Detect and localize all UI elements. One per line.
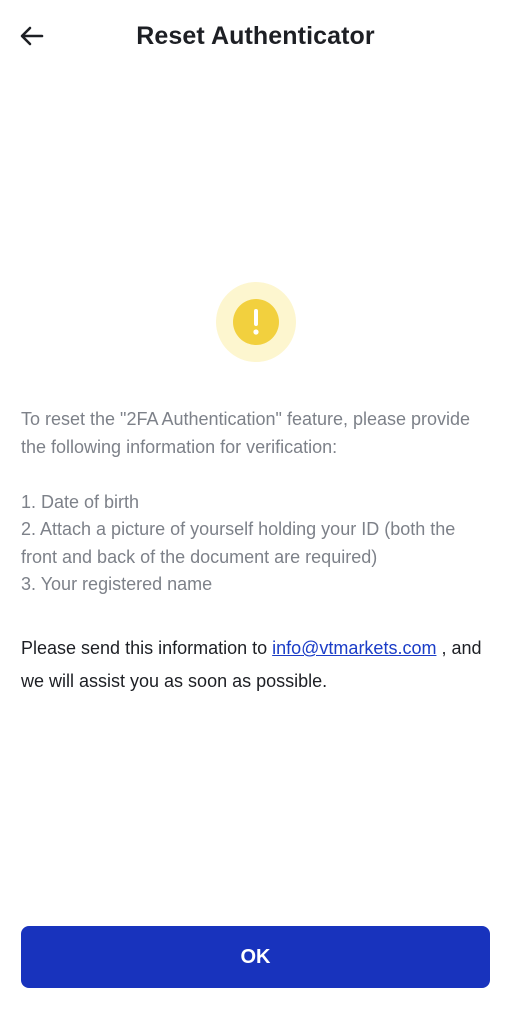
warning-badge	[216, 282, 296, 362]
reset-authenticator-screen: Reset Authenticator To reset the "2FA Au…	[0, 0, 511, 1024]
page-title: Reset Authenticator	[136, 22, 375, 50]
instruction-item-name: 3. Your registered name	[21, 574, 213, 594]
contact-prefix: Please send this information to	[21, 638, 273, 658]
instructions-intro: To reset the "2FA Authentication" featur…	[21, 409, 471, 457]
contact-text: Please send this information to info@vtm…	[21, 632, 496, 698]
instruction-item-id-photo: 2. Attach a picture of yourself holding …	[21, 519, 456, 567]
instructions: To reset the "2FA Authentication" featur…	[21, 406, 491, 599]
exclamation-icon	[233, 299, 279, 345]
email-link[interactable]: info@vtmarkets.com	[272, 638, 436, 658]
ok-button[interactable]: OK	[21, 926, 490, 988]
header: Reset Authenticator	[0, 0, 511, 76]
instruction-item-dob: 1. Date of birth	[21, 491, 140, 512]
